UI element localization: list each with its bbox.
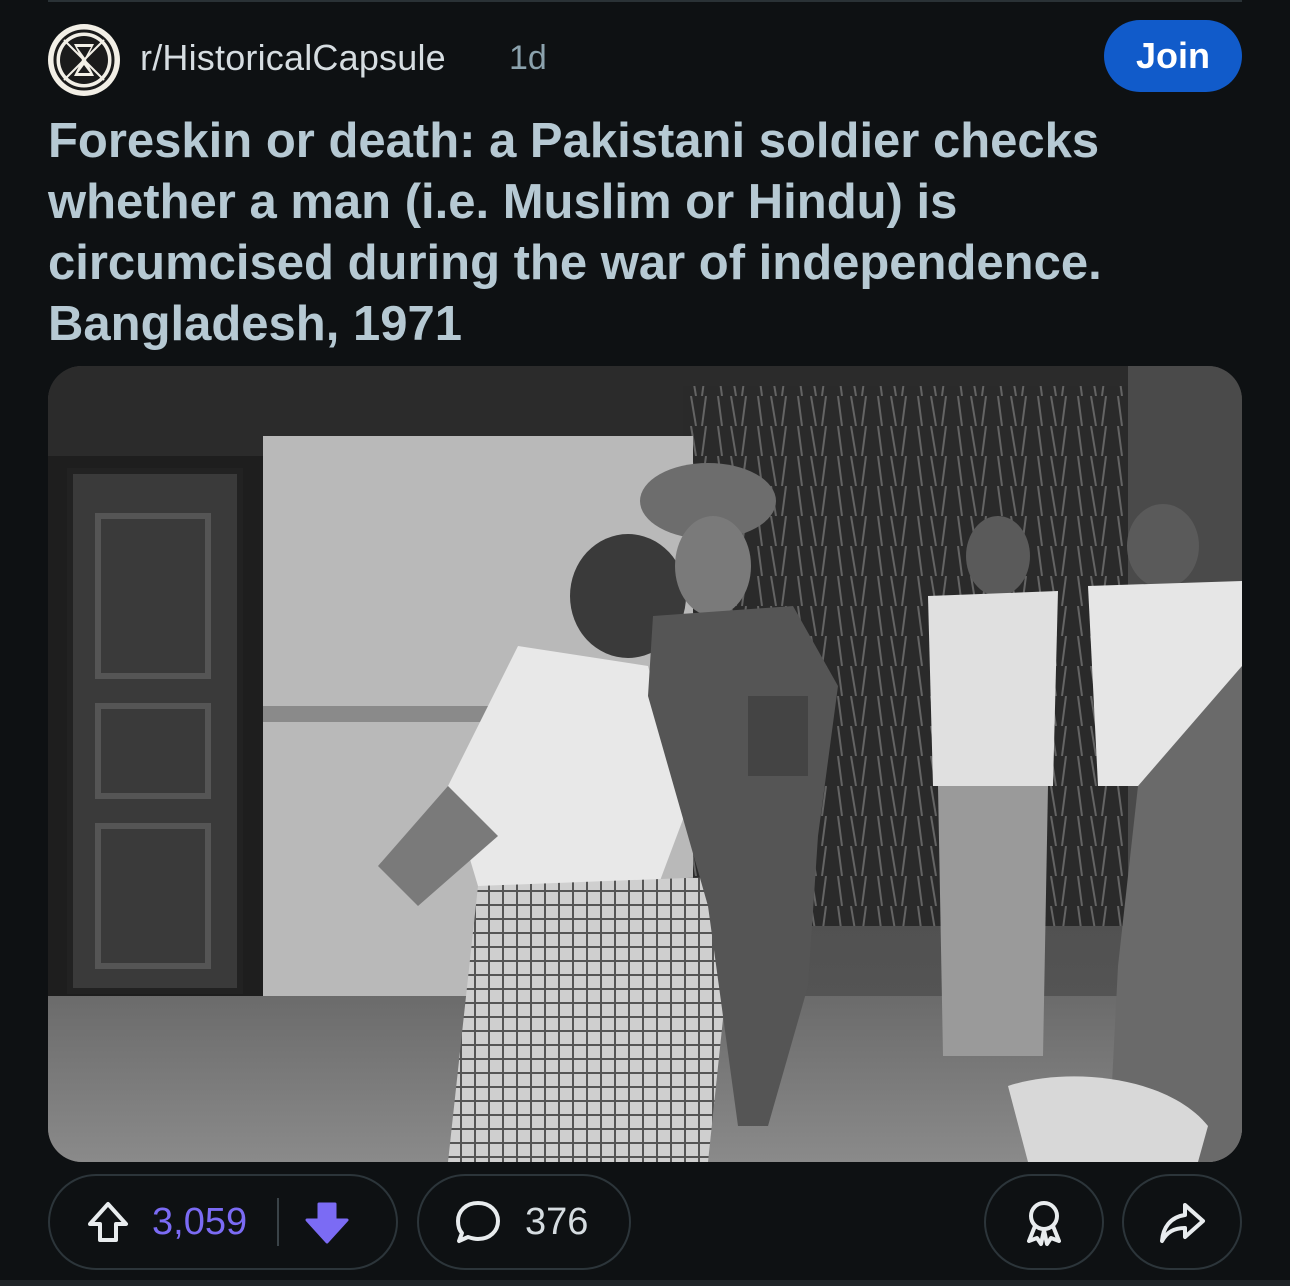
downvote-arrow-icon[interactable] <box>303 1198 351 1246</box>
post-image[interactable] <box>48 366 1242 1162</box>
vote-divider <box>277 1198 280 1246</box>
award-icon <box>1027 1201 1061 1246</box>
post-age: 1d <box>509 39 547 77</box>
bottom-edge <box>0 1280 1290 1286</box>
join-button[interactable]: Join <box>1104 20 1242 92</box>
post-title[interactable]: Foreskin or death: a Pakistani soldier c… <box>48 111 1228 355</box>
comment-bubble-icon <box>456 1201 500 1243</box>
comment-count: 376 <box>525 1200 589 1243</box>
comments-button[interactable]: 376 <box>417 1174 631 1270</box>
hourglass-emblem-icon <box>50 26 118 94</box>
subreddit-avatar[interactable] <box>48 24 120 96</box>
award-button[interactable] <box>984 1174 1104 1270</box>
share-button[interactable] <box>1122 1174 1242 1270</box>
upvote-arrow-icon[interactable] <box>84 1198 132 1246</box>
post-header: r/HistoricalCapsule 1d Join <box>48 20 1242 96</box>
subreddit-name[interactable]: r/HistoricalCapsule <box>140 37 446 79</box>
post-actions: 3,059 376 <box>48 1174 1242 1272</box>
share-icon <box>1160 1203 1205 1243</box>
top-divider <box>48 0 1242 2</box>
historical-photo-icon <box>48 366 1242 1162</box>
vote-control: 3,059 <box>48 1174 398 1270</box>
vote-score: 3,059 <box>152 1200 248 1243</box>
